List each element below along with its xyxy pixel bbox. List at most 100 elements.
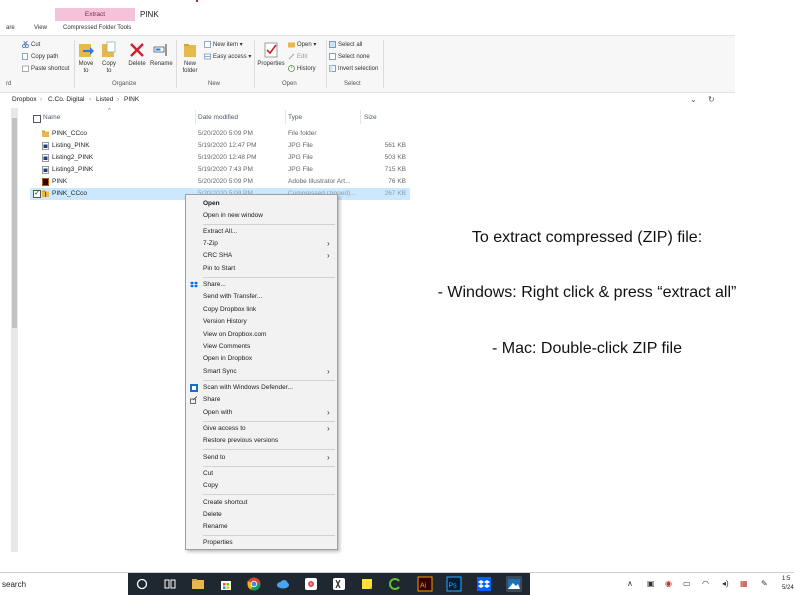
dropbox-app-icon[interactable] [476, 576, 492, 592]
delete-label: Delete [128, 61, 146, 67]
menu-item-dropbox-share[interactable]: Share... [203, 281, 226, 288]
file-explorer-icon[interactable] [190, 576, 206, 592]
submenu-arrow-icon: › [327, 239, 330, 248]
sticky-notes-icon[interactable] [359, 576, 375, 592]
open-button[interactable]: Open ▾ [288, 41, 316, 48]
crumb-listed[interactable]: Listed [96, 96, 113, 103]
chevron-down-icon[interactable]: ⌄ [690, 95, 697, 104]
table-row[interactable]: Listing2_PINK 5/19/2020 12:48 PM JPG Fil… [30, 152, 410, 164]
menu-item-open-new-window[interactable]: Open in new window [203, 212, 263, 219]
chevron-up-icon[interactable]: ∧ [627, 579, 633, 588]
photo-viewer-icon[interactable] [506, 576, 522, 592]
crumb-dropbox[interactable]: Dropbox [12, 96, 37, 103]
column-size[interactable]: Size [364, 114, 377, 121]
scrollbar-thumb[interactable] [12, 118, 17, 328]
easy-access-button[interactable]: Easy access ▾ [204, 53, 251, 60]
menu-item-restore-versions[interactable]: Restore previous versions [203, 437, 278, 444]
cut-button[interactable]: Cut [22, 40, 40, 48]
tab-view[interactable]: View [34, 25, 47, 31]
menu-item-delete[interactable]: Delete [203, 511, 222, 518]
file-name: PINK [52, 178, 68, 185]
menu-item-smart-sync[interactable]: Smart Sync [203, 368, 237, 375]
menu-item-rename[interactable]: Rename [203, 523, 228, 530]
select-none-button[interactable]: Select none [329, 53, 370, 60]
select-all-button[interactable]: Select all [329, 41, 362, 48]
edit-button[interactable]: Edit [288, 53, 307, 60]
photoshop-icon[interactable]: Ps [446, 576, 462, 592]
menu-item-copy-dropbox-link[interactable]: Copy Dropbox link [203, 306, 256, 313]
move-to-button[interactable]: Move to [77, 41, 95, 75]
tab-compressed-folder-tools[interactable]: Compressed Folder Tools [63, 25, 131, 31]
menu-item-create-shortcut[interactable]: Create shortcut [203, 499, 247, 506]
menu-item-scan-defender[interactable]: Scan with Windows Defender... [203, 384, 293, 391]
cortana-icon[interactable] [134, 576, 150, 592]
properties-button[interactable]: Properties [257, 41, 285, 68]
new-folder-button[interactable]: New folder [180, 41, 200, 75]
battery-icon[interactable]: ▭ [683, 579, 691, 588]
table-row[interactable]: Listing_PINK 5/19/2020 12:47 PM JPG File… [30, 140, 410, 152]
menu-item-pin-to-start[interactable]: Pin to Start [203, 265, 235, 272]
crumb-cco-digital[interactable]: C.Co. Digital [48, 96, 84, 103]
menu-item-view-on-dropbox[interactable]: View on Dropbox.com [203, 331, 266, 338]
breadcrumb[interactable]: Dropbox › C.Co. Digital › Listed › PINK … [0, 93, 735, 107]
menu-item-view-comments[interactable]: View Comments [203, 343, 250, 350]
menu-item-properties[interactable]: Properties [203, 539, 233, 546]
menu-item-share[interactable]: Share [203, 396, 220, 403]
app-c-icon[interactable] [387, 576, 403, 592]
invert-selection-button[interactable]: Invert selection [329, 65, 378, 72]
menu-item-7zip[interactable]: 7-Zip [203, 240, 218, 247]
app-tray-icon[interactable]: ▦ [740, 579, 748, 588]
volume-icon[interactable]: ◂) [722, 579, 729, 588]
table-row[interactable]: PINK_CCco 5/20/2020 5:09 PM File folder [30, 128, 410, 140]
table-row[interactable]: Listing3_PINK 5/19/2020 7:43 PM JPG File… [30, 164, 410, 176]
menu-item-copy[interactable]: Copy [203, 482, 218, 489]
task-view-icon[interactable] [162, 576, 178, 592]
table-row[interactable]: PINK 5/20/2020 5:09 PM Adobe Illustrator… [30, 176, 410, 188]
select-all-checkbox[interactable] [33, 115, 41, 123]
nav-pane-scrollbar[interactable] [11, 108, 18, 552]
pen-icon[interactable]: ✎ [761, 579, 768, 588]
illustrator-icon[interactable]: Ai [417, 576, 433, 592]
menu-item-cut[interactable]: Cut [203, 470, 213, 477]
notification-icon[interactable]: ▣ [647, 579, 655, 588]
menu-item-send-with-transfer[interactable]: Send with Transfer... [203, 293, 262, 300]
tools-icon[interactable] [331, 576, 347, 592]
chrome-icon[interactable] [246, 576, 262, 592]
security-icon[interactable]: ◉ [665, 579, 672, 588]
column-type[interactable]: Type [288, 114, 302, 121]
history-icon [288, 65, 295, 72]
file-name: Listing3_PINK [52, 166, 94, 173]
search-box[interactable]: search [0, 573, 128, 595]
rename-button[interactable]: Rename [150, 41, 173, 68]
crumb-pink[interactable]: PINK [124, 96, 139, 103]
column-name[interactable]: Name [43, 114, 60, 121]
menu-separator [203, 380, 335, 381]
menu-item-crc-sha[interactable]: CRC SHA [203, 252, 232, 259]
file-name: PINK_CCco [52, 130, 88, 137]
copy-path-button[interactable]: Copy path [22, 53, 58, 60]
history-button[interactable]: History [288, 65, 316, 72]
tab-extract[interactable]: Extract [55, 8, 135, 21]
open-label: Open [297, 42, 312, 49]
onedrive-icon[interactable] [275, 576, 291, 592]
menu-item-open-with[interactable]: Open with [203, 409, 232, 416]
refresh-icon[interactable]: ↻ [708, 95, 715, 104]
clock[interactable]: 1:5 5/24 [782, 575, 794, 593]
wifi-icon[interactable]: ◠ [702, 579, 709, 588]
tab-share[interactable]: are [6, 25, 15, 31]
menu-item-open[interactable]: Open [203, 200, 220, 207]
photos-icon[interactable] [303, 576, 319, 592]
new-item-button[interactable]: New item ▾ [204, 41, 243, 48]
row-checkbox[interactable]: ✓ [33, 190, 41, 198]
paste-shortcut-button[interactable]: Paste shortcut [22, 65, 69, 72]
store-icon[interactable] [218, 576, 234, 592]
menu-item-open-in-dropbox[interactable]: Open in Dropbox [203, 355, 252, 362]
delete-button[interactable]: Delete [126, 41, 148, 68]
menu-item-version-history[interactable]: Version History [203, 318, 247, 325]
copy-to-button[interactable]: Copy to [100, 41, 118, 75]
ribbon-divider [383, 40, 384, 88]
column-date-modified[interactable]: Date modified [198, 114, 238, 121]
menu-item-send-to[interactable]: Send to [203, 454, 225, 461]
menu-item-give-access[interactable]: Give access to [203, 425, 246, 432]
menu-item-extract-all[interactable]: Extract All... [203, 228, 237, 235]
